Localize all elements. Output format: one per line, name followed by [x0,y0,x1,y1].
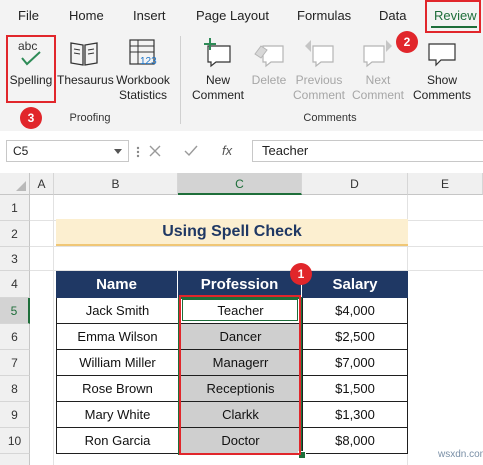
row-header-overflow [0,454,30,465]
ribbon: File Home Insert Page Layout Formulas Da… [0,0,483,132]
row-header-1[interactable]: 1 [0,195,30,221]
cancel-entry-icon[interactable] [149,145,161,157]
workbook-statistics-button[interactable]: 123 Workbook Statistics [114,35,172,105]
cell-name[interactable]: Ron Garcia [56,428,178,454]
insert-function-button[interactable]: fx [222,143,232,158]
confirm-entry-icon[interactable] [184,145,198,157]
cell-salary[interactable]: $4,000 [302,298,408,324]
next-label-line1: Next [365,73,391,87]
previous-comment-icon [305,40,334,68]
watermark: wsxdn.com [438,449,483,460]
tab-data[interactable]: Data [379,8,406,23]
book-icon [70,42,98,66]
header-name[interactable]: Name [56,271,178,298]
column-header-a[interactable]: A [30,173,54,195]
cell-salary[interactable]: $1,500 [302,376,408,402]
show-comments-label-line1: Show [426,73,458,87]
row-header-6[interactable]: 6 [0,324,30,350]
row-header-3[interactable]: 3 [0,247,30,271]
workbook-label-line1: Workbook [116,73,170,87]
show-comments-label-line2: Comments [412,88,471,102]
next-comment-button[interactable]: Next Comment [349,35,407,105]
callout-badge-3: 3 [20,107,42,129]
select-all-triangle-icon [16,181,26,191]
proofing-group-label: Proofing [69,112,111,124]
row-header-8[interactable]: 8 [0,376,30,402]
next-label-line2: Comment [351,88,404,102]
svg-text:123: 123 [140,56,157,67]
spelling-highlight [6,35,56,103]
cell-salary[interactable]: $8,000 [302,428,408,454]
delete-comment-icon [254,45,284,68]
comments-group-label: Comments [303,112,357,124]
header-profession[interactable]: Profession [178,271,302,298]
tab-formulas[interactable]: Formulas [297,8,351,23]
show-comments-icon [428,43,456,67]
row-header-7[interactable]: 7 [0,350,30,376]
column-header-e[interactable]: E [408,173,483,195]
previous-label-line1: Previous [295,73,343,87]
cell-name[interactable]: Rose Brown [56,376,178,402]
column-header-b[interactable]: B [54,173,178,195]
tab-insert[interactable]: Insert [133,8,166,23]
row-header-9[interactable]: 9 [0,402,30,428]
callout-badge-1: 1 [290,263,312,285]
formula-input[interactable]: Teacher [252,140,483,162]
group-separator [180,36,181,124]
sheet-title-cell[interactable]: Using Spell Check [56,219,408,246]
new-comment-icon [204,38,231,68]
cell-salary[interactable]: $1,300 [302,402,408,428]
profession-range-highlight [179,295,301,455]
column-header-c[interactable]: C [178,173,302,195]
statistics-icon: 123 [129,39,157,67]
name-box[interactable]: C5 [6,140,129,162]
new-comment-button[interactable]: New Comment [188,35,248,105]
workbook-label-line2: Statistics [118,88,167,102]
row-header-10[interactable]: 10 [0,428,30,454]
previous-comment-button[interactable]: Previous Comment [290,35,348,105]
header-salary[interactable]: Salary [302,271,408,298]
thesaurus-button[interactable]: Thesaurus [57,35,114,103]
delete-comment-button[interactable]: Delete [250,35,288,105]
cell-name[interactable]: Jack Smith [56,298,178,324]
review-tab-highlight [425,0,481,33]
name-box-dropdown-icon[interactable] [114,149,122,155]
next-comment-icon [363,40,392,68]
tab-home[interactable]: Home [69,8,104,23]
column-header-d[interactable]: D [302,173,408,195]
tab-page-layout[interactable]: Page Layout [196,8,269,23]
gridline [53,195,54,465]
formula-bar-grip-icon [136,146,140,158]
cell-salary[interactable]: $2,500 [302,324,408,350]
row-header-4[interactable]: 4 [0,271,30,298]
cell-name[interactable]: Mary White [56,402,178,428]
cell-name[interactable]: William Miller [56,350,178,376]
new-comment-label-line1: New [205,73,230,87]
previous-label-line2: Comment [292,88,345,102]
delete-label: Delete [251,73,287,87]
cell-salary[interactable]: $7,000 [302,350,408,376]
tab-file[interactable]: File [18,8,39,23]
gridline [30,246,483,247]
cell-name[interactable]: Emma Wilson [56,324,178,350]
select-all-corner[interactable] [0,173,30,195]
thesaurus-label: Thesaurus [57,73,114,87]
show-comments-button[interactable]: Show Comments [409,35,475,105]
new-comment-label-line2: Comment [191,88,244,102]
row-header-5[interactable]: 5 [0,298,30,324]
row-header-2[interactable]: 2 [0,221,30,247]
